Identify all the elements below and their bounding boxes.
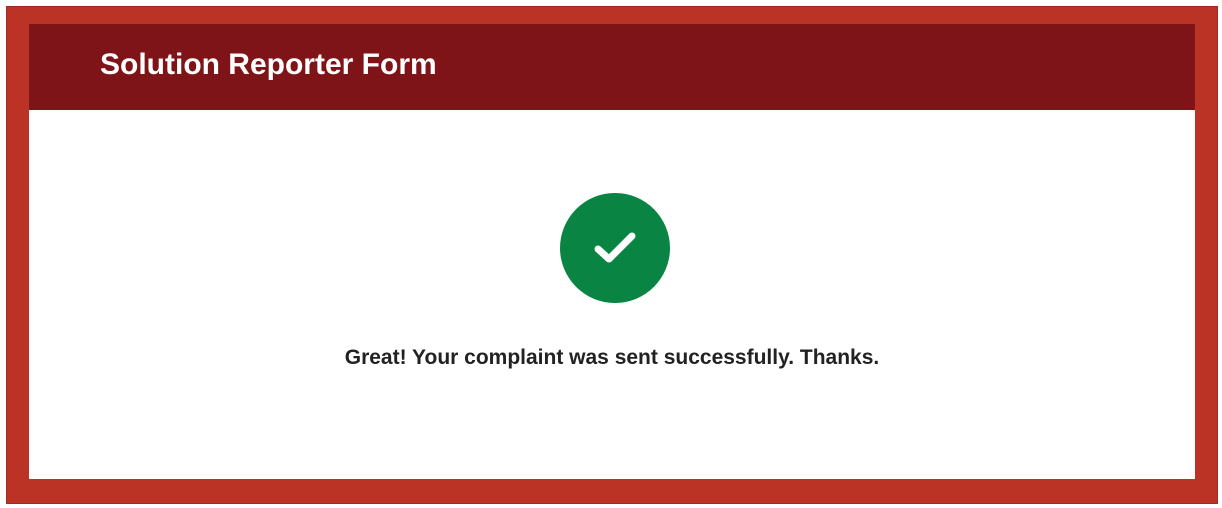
form-card: Solution Reporter Form Great! Your compl… xyxy=(29,24,1195,479)
form-title: Solution Reporter Form xyxy=(100,48,437,81)
form-header: Solution Reporter Form xyxy=(29,24,1195,110)
confirmation-panel: Great! Your complaint was sent successfu… xyxy=(29,110,1195,479)
page-frame: Solution Reporter Form Great! Your compl… xyxy=(6,6,1218,504)
check-circle-icon xyxy=(560,193,670,303)
success-message: Great! Your complaint was sent successfu… xyxy=(344,346,880,369)
checkmark-icon xyxy=(594,232,636,263)
